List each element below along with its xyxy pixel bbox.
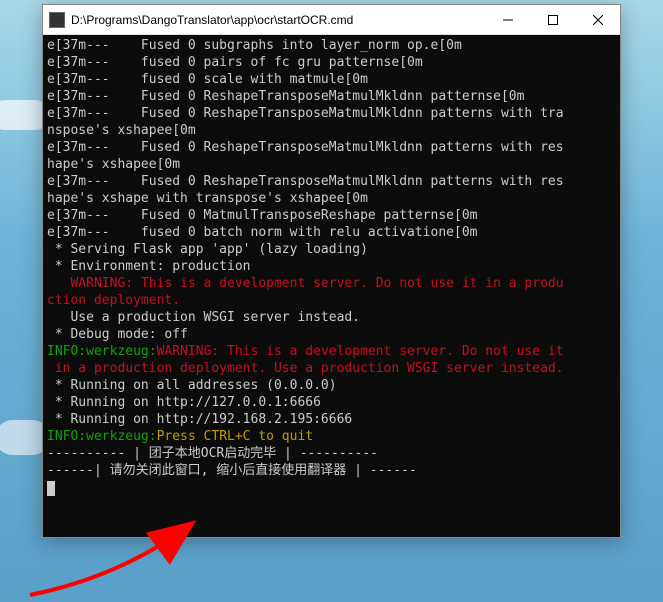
terminal-line: * Serving Flask app 'app' (lazy loading) bbox=[47, 241, 616, 258]
terminal-line: ---------- | 团子本地OCR启动完毕 | ---------- bbox=[47, 445, 616, 462]
terminal-line: INFO:werkzeug:WARNING: This is a develop… bbox=[47, 343, 616, 360]
terminal-line: e[37m--- fused 0 pairs of fc gru pattern… bbox=[47, 54, 616, 71]
cursor bbox=[47, 481, 55, 496]
terminal-line: nspose's xshapee[0m bbox=[47, 122, 616, 139]
terminal-line: in a production deployment. Use a produc… bbox=[47, 360, 616, 377]
terminal-line: * Environment: production bbox=[47, 258, 616, 275]
terminal-line: hape's xshape with transpose's xshapee[0… bbox=[47, 190, 616, 207]
terminal-line: ------| 请勿关闭此窗口, 缩小后直接使用翻译器 | ------ bbox=[47, 462, 616, 479]
terminal-line: WARNING: This is a development server. D… bbox=[47, 275, 616, 292]
cmd-window: D:\Programs\DangoTranslator\app\ocr\star… bbox=[42, 4, 621, 538]
terminal-line: INFO:werkzeug:Press CTRL+C to quit bbox=[47, 428, 616, 445]
titlebar[interactable]: D:\Programs\DangoTranslator\app\ocr\star… bbox=[43, 5, 620, 35]
terminal-line: e[37m--- fused 0 batch norm with relu ac… bbox=[47, 224, 616, 241]
terminal-line: e[37m--- Fused 0 ReshapeTransposeMatmulM… bbox=[47, 105, 616, 122]
terminal-line: hape's xshapee[0m bbox=[47, 156, 616, 173]
maximize-button[interactable] bbox=[530, 5, 575, 35]
terminal-line: e[37m--- fused 0 scale with matmule[0m bbox=[47, 71, 616, 88]
window-controls bbox=[485, 5, 620, 35]
terminal-line: * Debug mode: off bbox=[47, 326, 616, 343]
terminal-line: e[37m--- Fused 0 subgraphs into layer_no… bbox=[47, 37, 616, 54]
terminal-line: e[37m--- Fused 0 ReshapeTransposeMatmulM… bbox=[47, 88, 616, 105]
terminal-line: e[37m--- Fused 0 ReshapeTransposeMatmulM… bbox=[47, 139, 616, 156]
terminal-line: e[37m--- Fused 0 ReshapeTransposeMatmulM… bbox=[47, 173, 616, 190]
terminal-cursor-line bbox=[47, 479, 616, 496]
terminal-line: Use a production WSGI server instead. bbox=[47, 309, 616, 326]
terminal-line: * Running on all addresses (0.0.0.0) bbox=[47, 377, 616, 394]
terminal-line: e[37m--- Fused 0 MatmulTransposeReshape … bbox=[47, 207, 616, 224]
terminal-line: * Running on http://127.0.0.1:6666 bbox=[47, 394, 616, 411]
minimize-button[interactable] bbox=[485, 5, 530, 35]
close-button[interactable] bbox=[575, 5, 620, 35]
cmd-icon bbox=[49, 12, 65, 28]
terminal-line: * Running on http://192.168.2.195:6666 bbox=[47, 411, 616, 428]
terminal-output[interactable]: e[37m--- Fused 0 subgraphs into layer_no… bbox=[43, 35, 620, 537]
window-title: D:\Programs\DangoTranslator\app\ocr\star… bbox=[71, 13, 485, 27]
terminal-line: ction deployment. bbox=[47, 292, 616, 309]
